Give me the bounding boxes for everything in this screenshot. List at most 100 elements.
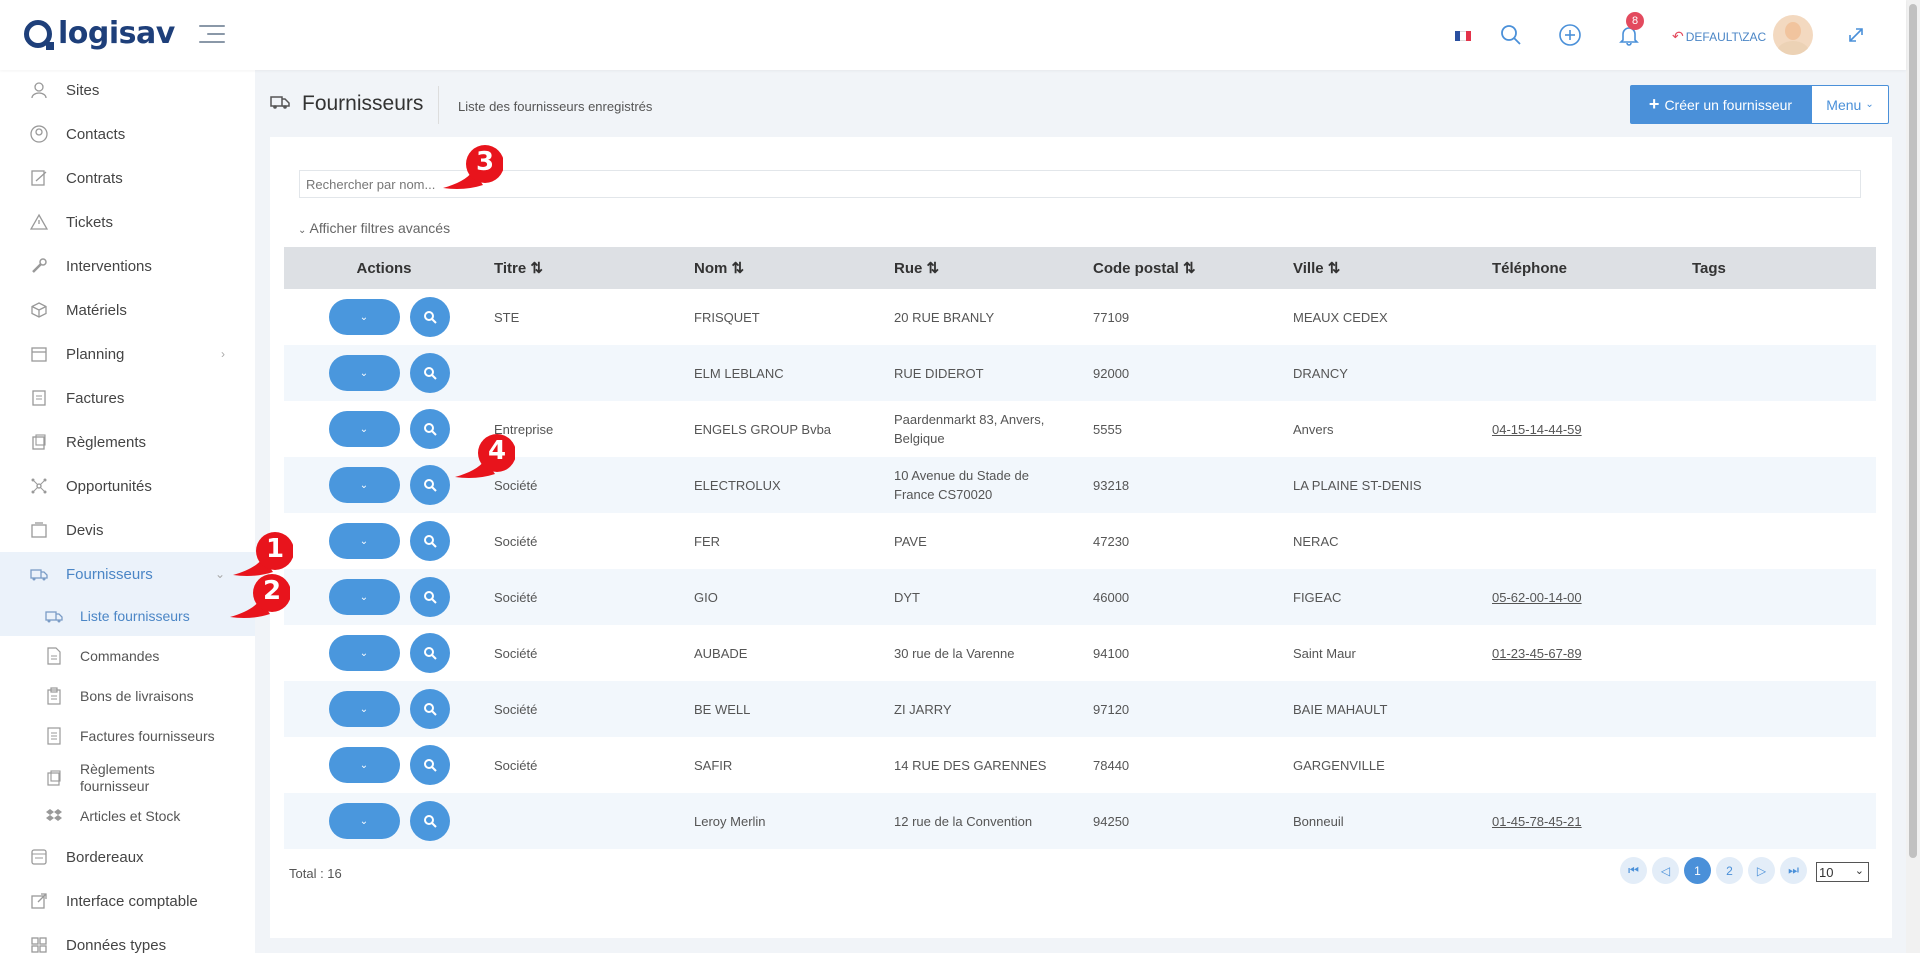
cell-titre: Société: [494, 533, 538, 549]
row-view-button[interactable]: [409, 689, 450, 729]
sidebar-subitem-reglements-fournisseur[interactable]: Règlements fournisseur: [0, 756, 255, 800]
cell-telephone[interactable]: [1482, 681, 1682, 737]
row-view-button[interactable]: [409, 521, 450, 561]
sidebar-subitem-bons-livraisons[interactable]: Bons de livraisons: [0, 676, 255, 716]
sidebar-subitem-label: Bons de livraisons: [80, 688, 194, 704]
row-view-button[interactable]: [409, 577, 450, 617]
sidebar-subitem-articles-stock[interactable]: Articles et Stock: [0, 796, 255, 836]
sidebar-subitem-factures-fournisseurs[interactable]: Factures fournisseurs: [0, 716, 255, 756]
first-page-icon[interactable]: ⏮: [1620, 857, 1647, 884]
next-page-icon[interactable]: ▷: [1748, 857, 1775, 884]
sort-icon[interactable]: ⇅: [732, 260, 745, 277]
column-header-titre[interactable]: Titre ⇅: [484, 247, 684, 289]
menu-toggle-icon[interactable]: [199, 25, 225, 49]
row-menu-button[interactable]: ⌄: [328, 355, 400, 391]
row-menu-button[interactable]: ⌄: [328, 803, 400, 839]
cell-rue: 20 RUE BRANLY: [894, 309, 995, 325]
warning-icon: [28, 211, 50, 233]
cell-telephone[interactable]: [1482, 345, 1682, 401]
cell-telephone[interactable]: 01-23-45-67-89: [1482, 625, 1682, 681]
row-view-button[interactable]: [409, 801, 450, 841]
sidebar-item-contrats[interactable]: Contrats: [0, 156, 255, 200]
row-menu-button[interactable]: ⌄: [328, 579, 400, 615]
row-menu-button[interactable]: ⌄: [328, 523, 400, 559]
scrollbar[interactable]: [1906, 0, 1920, 953]
cell-titre: [484, 793, 684, 849]
create-supplier-button[interactable]: + Créer un fournisseur: [1630, 85, 1811, 124]
sort-icon[interactable]: ⇅: [530, 260, 543, 277]
cell-telephone[interactable]: [1482, 289, 1682, 345]
sidebar-item-sites[interactable]: Sites: [0, 70, 255, 112]
cell-tags: [1682, 793, 1876, 849]
french-flag-icon[interactable]: [1455, 31, 1471, 41]
row-menu-button[interactable]: ⌄: [328, 747, 400, 783]
sidebar-item-opportunites[interactable]: Opportunités: [0, 464, 255, 508]
row-view-button[interactable]: [409, 409, 450, 449]
sidebar-item-factures[interactable]: Factures: [0, 376, 255, 420]
cell-ville: BAIE MAHAULT: [1283, 681, 1482, 737]
sidebar-item-label: Matériels: [66, 301, 127, 319]
row-menu-button[interactable]: ⌄: [328, 691, 400, 727]
scrollbar-thumb[interactable]: [1909, 4, 1917, 858]
advanced-filters-toggle[interactable]: ⌄ Afficher filtres avancés: [298, 220, 450, 236]
sidebar-item-fournisseurs[interactable]: Fournisseurs ⌄: [0, 552, 255, 596]
column-header-nom[interactable]: Nom ⇅: [684, 247, 884, 289]
logo-text: logisav: [58, 16, 175, 51]
sidebar-subitem-label: Règlements fournisseur: [80, 761, 155, 794]
menu-button-label: Menu: [1826, 96, 1862, 113]
last-page-icon[interactable]: ⏭: [1780, 857, 1807, 884]
sidebar-item-tickets[interactable]: Tickets: [0, 200, 255, 244]
sidebar-item-materiels[interactable]: Matériels: [0, 288, 255, 332]
row-view-button[interactable]: [409, 297, 450, 337]
row-menu-button[interactable]: ⌄: [328, 635, 400, 671]
column-header-ville[interactable]: Ville ⇅: [1283, 247, 1482, 289]
sidebar-subitem-commandes[interactable]: Commandes: [0, 636, 255, 676]
row-menu-button[interactable]: ⌄: [328, 467, 400, 503]
sidebar-item-label: Contrats: [66, 169, 123, 187]
column-header-rue[interactable]: Rue ⇅: [884, 247, 1083, 289]
fullscreen-icon[interactable]: [1843, 22, 1869, 48]
sort-icon[interactable]: ⇅: [1328, 260, 1341, 277]
page-button-2[interactable]: 2: [1716, 857, 1743, 884]
row-menu-button[interactable]: ⌄: [328, 411, 400, 447]
previous-page-icon[interactable]: ◁: [1652, 857, 1679, 884]
menu-button[interactable]: Menu ⌄: [1811, 85, 1889, 124]
cell-telephone[interactable]: 05-62-00-14-00: [1482, 569, 1682, 625]
row-view-button[interactable]: [409, 465, 450, 505]
cell-telephone[interactable]: [1482, 737, 1682, 793]
page-size-select[interactable]: 10 ⌄: [1816, 862, 1869, 882]
sidebar-subitem-liste-fournisseurs[interactable]: Liste fournisseurs: [0, 596, 255, 636]
add-icon[interactable]: [1557, 22, 1583, 48]
sort-icon[interactable]: ⇅: [1183, 260, 1196, 277]
sort-icon[interactable]: ⇅: [927, 260, 940, 277]
sidebar-item-interventions[interactable]: Interventions: [0, 244, 255, 288]
sidebar-subitem-label: Articles et Stock: [80, 808, 181, 824]
cell-telephone[interactable]: [1482, 457, 1682, 513]
cell-code-postal: 97120: [1083, 681, 1283, 737]
avatar[interactable]: [1773, 15, 1813, 55]
sidebar-item-donnees-types[interactable]: Données types: [0, 923, 255, 953]
cell-rue: ZI JARRY: [884, 681, 1083, 737]
row-menu-button[interactable]: ⌄: [328, 299, 400, 335]
sidebar-item-devis[interactable]: Devis: [0, 508, 255, 552]
logo[interactable]: logisav: [24, 16, 175, 51]
sidebar-item-planning[interactable]: Planning ›: [0, 332, 255, 376]
column-header-code-postal[interactable]: Code postal ⇅: [1083, 247, 1283, 289]
search-icon[interactable]: [1498, 22, 1524, 48]
row-view-button[interactable]: [409, 353, 450, 393]
cell-telephone[interactable]: [1482, 513, 1682, 569]
network-icon: [28, 475, 50, 497]
cell-ville: FIGEAC: [1283, 569, 1482, 625]
user-label: DEFAULT\ZAC: [1685, 29, 1767, 44]
sidebar-item-interface-comptable[interactable]: Interface comptable: [0, 879, 255, 923]
row-view-button[interactable]: [409, 745, 450, 785]
cell-telephone[interactable]: 01-45-78-45-21: [1482, 793, 1682, 849]
sidebar-item-bordereaux[interactable]: Bordereaux: [0, 835, 255, 879]
sidebar-item-contacts[interactable]: Contacts: [0, 112, 255, 156]
sidebar-item-reglements[interactable]: Règlements: [0, 420, 255, 464]
page-button-1[interactable]: 1: [1684, 857, 1711, 884]
user-switch[interactable]: ↶ DEFAULT\ZAC: [1672, 28, 1766, 45]
row-view-button[interactable]: [409, 633, 450, 673]
search-input[interactable]: [299, 170, 1861, 198]
cell-telephone[interactable]: 04-15-14-44-59: [1482, 401, 1682, 457]
